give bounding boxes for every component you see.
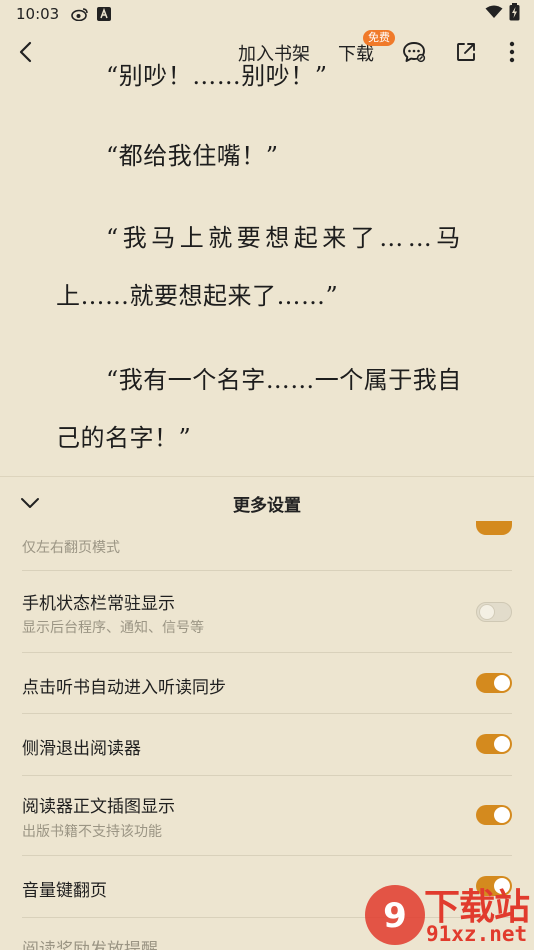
weibo-icon (71, 7, 89, 21)
share-icon (457, 43, 475, 61)
paragraph-line: 上……就要想起来了……” (56, 282, 339, 310)
watermark-url: 91xz.net (426, 922, 528, 946)
toggle-switch[interactable] (476, 805, 512, 825)
setting-subtitle: 仅左右翻页模式 (22, 540, 120, 556)
free-badge: 免费 (363, 30, 395, 46)
toggle-switch[interactable] (476, 734, 512, 754)
setting-row-status-bar: 手机状态栏常驻显示 显示后台程序、通知、信号等 (22, 571, 512, 653)
more-vertical-icon (509, 41, 515, 63)
setting-row-illustrations: 阅读器正文插图显示 出版书籍不支持该功能 (22, 776, 512, 856)
top-actions: 加入书架 下载 免费 (0, 28, 534, 76)
reader-top-bar: 加入书架 下载 免费 (0, 28, 534, 76)
share-button[interactable] (452, 38, 480, 66)
watermark-logo-icon: 9 (365, 885, 425, 945)
setting-title: 手机状态栏常驻显示 (22, 594, 175, 614)
toggle-switch[interactable] (476, 602, 512, 622)
status-time: 10:03 (16, 5, 60, 23)
site-watermark: 9 下载站 91xz.net (362, 878, 534, 950)
toggle-switch[interactable] (476, 521, 512, 535)
toggle-knob (479, 604, 495, 620)
setting-subtitle: 出版书籍不支持该功能 (22, 824, 162, 840)
status-bar: 10:03 (0, 0, 534, 28)
paragraph-line: 己的名字！” (56, 424, 192, 452)
setting-title: 侧滑退出阅读器 (22, 739, 141, 759)
toggle-knob (494, 736, 510, 752)
setting-row-page-mode: 仅左右翻页模式 (22, 521, 512, 571)
toggle-knob (494, 675, 510, 691)
add-to-shelf-button[interactable]: 加入书架 (238, 40, 310, 66)
comment-icon (403, 42, 426, 63)
setting-title: 音量键翻页 (22, 881, 107, 901)
setting-row-listen-sync: 点击听书自动进入听读同步 (22, 653, 512, 714)
setting-title: 阅读奖励发放提醒 (22, 940, 158, 950)
paragraph-line: “我马上就要想起来了……马 (106, 224, 465, 252)
setting-title: 点击听书自动进入听读同步 (22, 678, 226, 698)
toggle-switch[interactable] (476, 673, 512, 693)
more-options-button[interactable] (498, 38, 526, 66)
toggle-knob (494, 807, 510, 823)
svg-text:9: 9 (383, 896, 407, 936)
wifi-icon (485, 5, 503, 23)
a-app-icon (97, 7, 112, 21)
paragraph-line: “我有一个名字……一个属于我自 (106, 366, 462, 394)
comment-button[interactable] (400, 38, 428, 66)
paragraph-line: “都给我住嘴！” (106, 142, 279, 170)
panel-title: 更多设置 (233, 496, 301, 516)
setting-subtitle: 显示后台程序、通知、信号等 (22, 620, 204, 636)
setting-row-swipe-exit: 侧滑退出阅读器 (22, 714, 512, 776)
battery-icon (509, 3, 520, 25)
setting-title: 阅读器正文插图显示 (22, 797, 175, 817)
